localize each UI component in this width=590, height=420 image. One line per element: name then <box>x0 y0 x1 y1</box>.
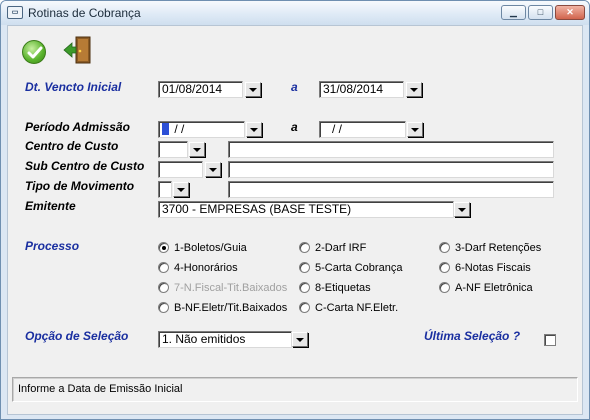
admissao-label: Período Admissão <box>25 120 130 134</box>
tipo-mov-dropdown[interactable] <box>173 182 189 197</box>
admissao-start-input[interactable]: / / <box>158 121 245 138</box>
sub-centro-desc-field <box>228 161 554 178</box>
processo-option-label: 6-Notas Fiscais <box>455 262 531 274</box>
application-window: ▭ Rotinas de Cobrança ▁ □ ✕ Dt. Vencto I… <box>0 0 590 420</box>
emitente-select[interactable]: 3700 - EMPRESAS (BASE TESTE) <box>158 201 454 218</box>
radio-button <box>158 282 169 293</box>
status-bar: Informe a Data de Emissão Inicial <box>12 377 578 402</box>
centro-custo-label: Centro de Custo <box>25 139 119 153</box>
vencto-end-dropdown[interactable] <box>406 82 422 97</box>
processo-option-label: B-NF.Eletr/Tit.Baixados <box>174 302 288 314</box>
admissao-end-dropdown[interactable] <box>407 122 423 137</box>
processo-option-label: 4-Honorários <box>174 262 238 274</box>
tipo-mov-code-input[interactable] <box>158 181 172 198</box>
admissao-start-value: / / <box>171 122 185 136</box>
processo-option-label: 7-N.Fiscal-Tit.Baixados <box>174 282 288 294</box>
status-text: Informe a Data de Emissão Inicial <box>18 383 183 395</box>
centro-custo-dropdown[interactable] <box>189 142 205 157</box>
tipo-mov-label: Tipo de Movimento <box>25 179 135 193</box>
centro-custo-desc-field <box>228 141 554 158</box>
minimize-button[interactable]: ▁ <box>501 5 526 20</box>
processo-label: Processo <box>25 239 80 253</box>
radio-button[interactable] <box>299 302 310 313</box>
app-window-icon[interactable]: ▭ <box>7 6 23 19</box>
radio-button[interactable] <box>439 262 450 273</box>
admissao-start-dropdown[interactable] <box>246 122 262 137</box>
processo-option-label: 8-Etiquetas <box>315 282 371 294</box>
radio-button[interactable] <box>158 242 169 253</box>
tipo-mov-desc-field <box>228 181 554 198</box>
vencto-end-input[interactable]: 31/08/2014 <box>319 81 404 98</box>
maximize-button[interactable]: □ <box>528 5 553 20</box>
processo-option-label: 3-Darf Retenções <box>455 242 542 254</box>
radio-button[interactable] <box>439 282 450 293</box>
processo-option-label: 1-Boletos/Guia <box>174 242 247 254</box>
radio-button[interactable] <box>299 262 310 273</box>
exit-door-icon[interactable] <box>62 35 94 65</box>
opcao-select[interactable]: 1. Não emitidos <box>158 331 292 348</box>
ultima-checkbox[interactable] <box>544 334 556 346</box>
processo-option-label: C-Carta NF.Eletr. <box>315 302 399 314</box>
admissao-sep: a <box>291 120 298 134</box>
centro-custo-code-input[interactable] <box>158 141 188 158</box>
opcao-label: Opção de Seleção <box>25 329 129 343</box>
processo-option-label: A-NF Eletrônica <box>455 282 533 294</box>
vencto-start-input[interactable]: 01/08/2014 <box>158 81 243 98</box>
form-area: Dt. Vencto Inicial 01/08/2014 a 31/08/20… <box>7 25 583 415</box>
emitente-dropdown[interactable] <box>454 202 470 217</box>
sub-centro-label: Sub Centro de Custo <box>25 159 145 173</box>
text-caret <box>162 123 169 135</box>
processo-option-label: 2-Darf IRF <box>315 242 367 254</box>
vencto-label: Dt. Vencto Inicial <box>25 80 122 94</box>
sub-centro-code-input[interactable] <box>158 161 203 178</box>
title-bar[interactable]: ▭ Rotinas de Cobrança ▁ □ ✕ <box>1 1 589 25</box>
radio-button[interactable] <box>158 302 169 313</box>
vencto-start-dropdown[interactable] <box>245 82 261 97</box>
window-title: Rotinas de Cobrança <box>28 6 141 20</box>
radio-button[interactable] <box>439 242 450 253</box>
processo-option-label: 5-Carta Cobrança <box>315 262 403 274</box>
close-button[interactable]: ✕ <box>555 5 585 20</box>
sub-centro-dropdown[interactable] <box>205 162 221 177</box>
emitente-label: Emitente <box>25 199 76 213</box>
admissao-end-input[interactable]: / / <box>319 121 406 138</box>
check-icon[interactable] <box>22 40 46 64</box>
opcao-dropdown[interactable] <box>292 332 308 347</box>
radio-button[interactable] <box>158 262 169 273</box>
ultima-label: Última Seleção ? <box>424 329 521 343</box>
vencto-sep: a <box>291 80 298 94</box>
radio-button[interactable] <box>299 282 310 293</box>
radio-button[interactable] <box>299 242 310 253</box>
